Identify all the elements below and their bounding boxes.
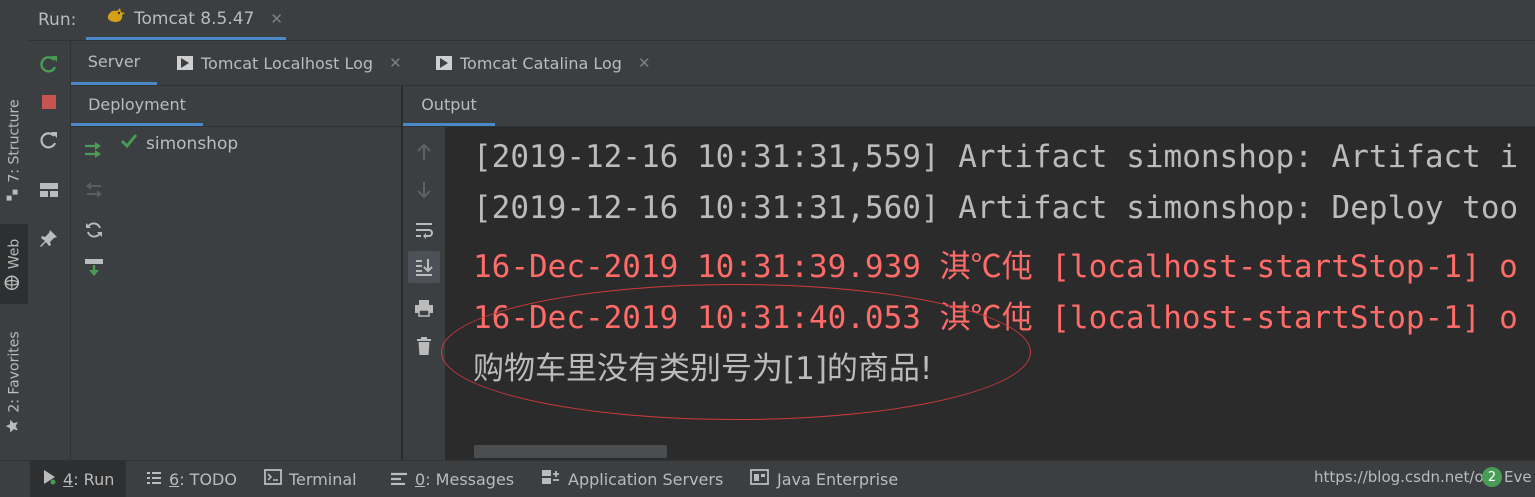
- output-toolbar: [403, 127, 445, 460]
- tab-catalina-log[interactable]: Tomcat Catalina Log ✕: [436, 41, 651, 85]
- tool-tab-todo[interactable]: 6: TODO: [146, 461, 237, 497]
- tab-output-label: Output: [421, 95, 477, 114]
- tool-tab-application-servers-label: Application Servers: [568, 469, 724, 489]
- watermark-url: https://blog.csdn.net/ove: [1314, 468, 1502, 486]
- tab-favorites-label: 2: Favorites: [6, 330, 23, 413]
- log-icon: [177, 56, 193, 70]
- tool-tab-run-num: 4: [63, 469, 74, 489]
- tab-localhost-log-label: Tomcat Localhost Log: [201, 53, 374, 73]
- servers-icon: [541, 468, 561, 490]
- messages-icon: [390, 470, 408, 489]
- tab-localhost-log[interactable]: Tomcat Localhost Log ✕: [177, 41, 402, 85]
- tab-favorites[interactable]: 2: Favorites: [0, 320, 28, 444]
- print-icon[interactable]: [411, 295, 437, 321]
- close-icon[interactable]: ✕: [389, 54, 402, 72]
- soft-wrap-icon[interactable]: [411, 217, 437, 243]
- up-arrow-icon[interactable]: [411, 139, 437, 165]
- terminal-icon: [264, 469, 282, 489]
- event-log-label[interactable]: Eve: [1504, 468, 1532, 486]
- tab-deployment-label: Deployment: [88, 95, 186, 114]
- tab-structure[interactable]: 7: Structure: [0, 88, 28, 212]
- layout-icon[interactable]: [36, 177, 62, 203]
- tab-server[interactable]: Server: [71, 41, 157, 85]
- tool-tab-run[interactable]: 4: Run: [30, 461, 127, 497]
- horizontal-scrollbar[interactable]: [474, 445, 667, 458]
- refresh-icon[interactable]: [81, 217, 107, 243]
- console-line: [2019-12-16 10:31:31,560] Artifact simon…: [473, 190, 1519, 226]
- globe-icon: [4, 275, 24, 290]
- star-icon: [5, 418, 24, 433]
- undeploy-icon[interactable]: [81, 177, 107, 203]
- run-action-toolbar: [28, 41, 71, 460]
- play-icon: [42, 469, 56, 489]
- deployment-item-simonshop[interactable]: simonshop: [120, 133, 238, 154]
- stop-icon[interactable]: [36, 89, 62, 115]
- tab-tomcat-label: Tomcat 8.5.47: [134, 8, 255, 29]
- deploy-icon[interactable]: [81, 137, 107, 163]
- tab-web[interactable]: Web: [0, 224, 28, 304]
- close-icon[interactable]: ✕: [638, 54, 651, 72]
- tool-tab-terminal-label: Terminal: [289, 469, 357, 489]
- list-icon: [146, 470, 162, 489]
- rerun-icon[interactable]: [36, 51, 62, 77]
- console-line: [2019-12-16 10:31:31,559] Artifact simon…: [473, 139, 1519, 175]
- run-label: Run:: [38, 10, 77, 30]
- deployment-panel: [71, 127, 402, 460]
- console-line-error: 16-Dec-2019 10:31:39.939 淇℃伅 [localhost-…: [473, 249, 1518, 285]
- left-tool-strip: 7: Structure Web 2: Favorites: [0, 0, 29, 460]
- tomcat-icon: [106, 7, 126, 30]
- tool-tab-messages[interactable]: 0: Messages: [390, 461, 514, 497]
- check-icon: [120, 133, 138, 154]
- tool-tab-java-enterprise[interactable]: Java Enterprise: [750, 461, 898, 497]
- annotation-ellipse: [441, 284, 1031, 420]
- pin-icon[interactable]: [36, 225, 62, 251]
- tab-catalina-log-label: Tomcat Catalina Log: [460, 53, 622, 73]
- tool-tab-messages-label: : Messages: [425, 469, 515, 489]
- event-log-badge[interactable]: 2: [1482, 467, 1502, 487]
- trash-icon[interactable]: [411, 333, 437, 359]
- java-enterprise-icon: [750, 468, 770, 490]
- tab-structure-label: 7: Structure: [6, 98, 23, 183]
- output-header: [403, 86, 1535, 127]
- deployment-item-label: simonshop: [146, 133, 239, 154]
- tab-tomcat[interactable]: Tomcat 8.5.47 ✕: [86, 0, 286, 40]
- tool-tab-todo-num: 6: [169, 469, 180, 489]
- tool-tab-messages-num: 0: [415, 469, 426, 489]
- tab-output[interactable]: Output: [403, 86, 495, 126]
- server-log-tabs: Server Tomcat Localhost Log ✕ Tomcat Cat…: [71, 41, 1535, 86]
- log-icon: [436, 56, 452, 70]
- close-icon[interactable]: ✕: [270, 10, 283, 28]
- tab-deployment[interactable]: Deployment: [71, 86, 203, 126]
- tool-tab-todo-label: : TODO: [179, 469, 237, 489]
- tool-tab-run-label: : Run: [73, 469, 115, 489]
- tool-tab-java-enterprise-label: Java Enterprise: [777, 469, 899, 489]
- tab-web-label: Web: [6, 238, 22, 269]
- tool-tab-terminal[interactable]: Terminal: [264, 461, 357, 497]
- tab-server-label: Server: [87, 52, 141, 71]
- restart-icon[interactable]: [36, 127, 62, 153]
- scroll-to-end-icon[interactable]: [408, 251, 440, 283]
- bottom-tool-bar: 4: Run 6: TODO Terminal 0: Messages Appl…: [0, 460, 1535, 497]
- update-icon[interactable]: [81, 255, 107, 281]
- structure-icon: [6, 188, 23, 201]
- tool-tab-application-servers[interactable]: Application Servers: [541, 461, 723, 497]
- down-arrow-icon[interactable]: [411, 177, 437, 203]
